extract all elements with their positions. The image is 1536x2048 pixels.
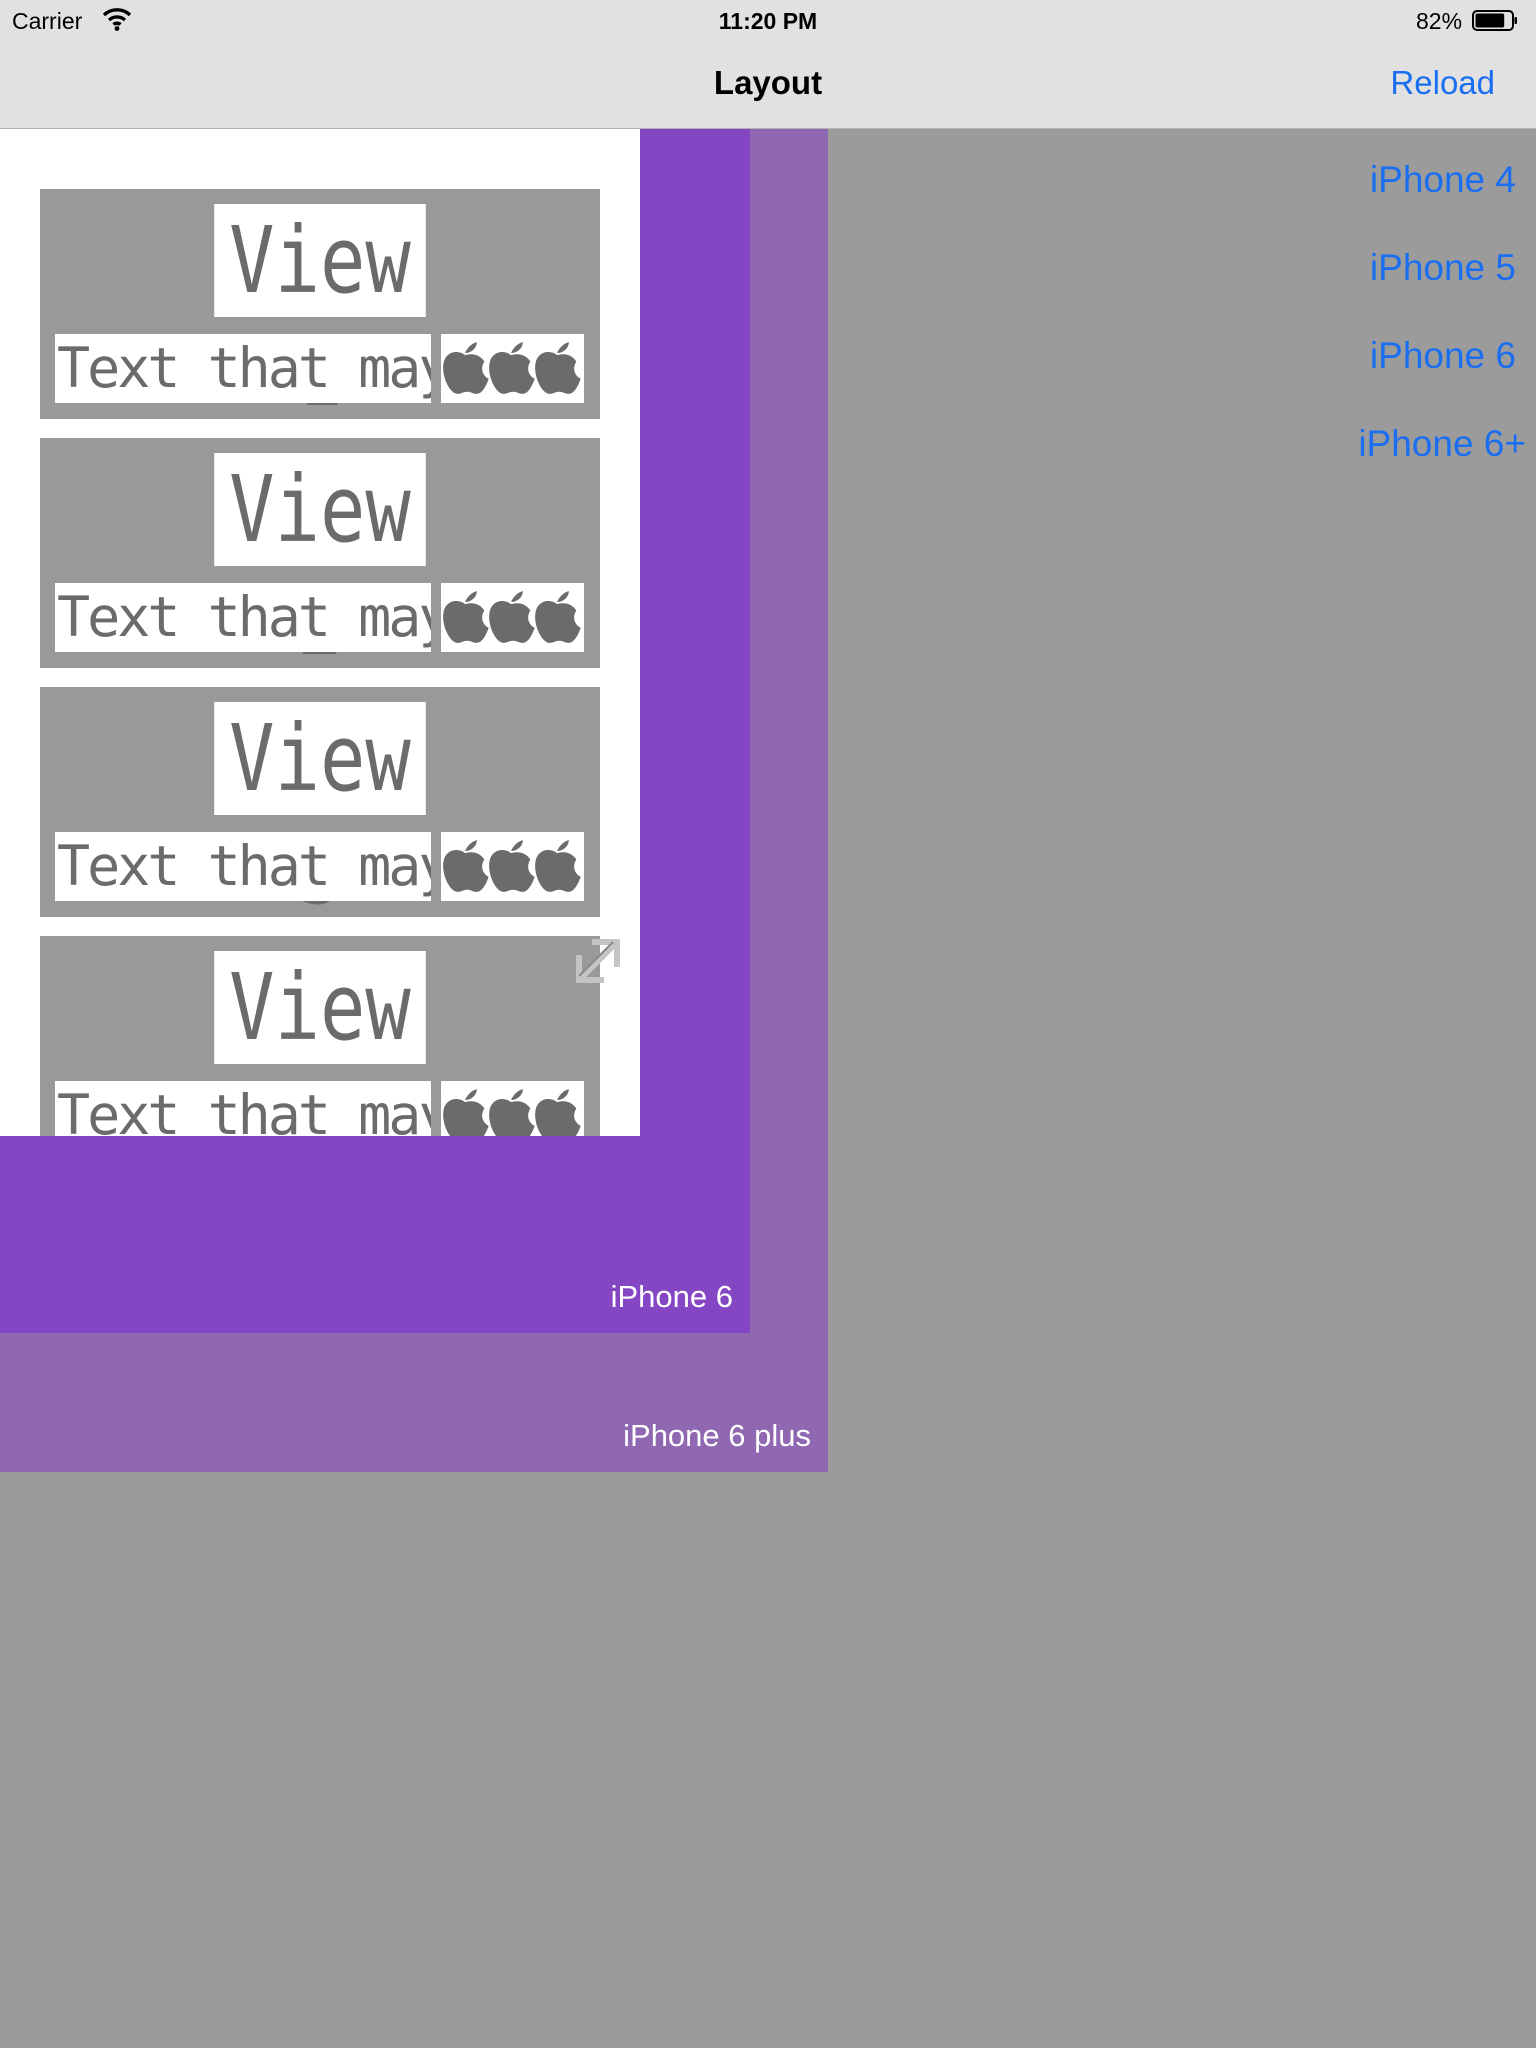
apple-icon bbox=[489, 591, 535, 643]
view-text: Text that may... bbox=[55, 334, 431, 403]
battery-icon bbox=[1472, 10, 1517, 31]
apple-icon bbox=[535, 1089, 581, 1136]
device-screen: View 1 Text that may... View 2 Text that… bbox=[0, 129, 640, 1136]
iphone-6-label: iPhone 6 bbox=[610, 1279, 733, 1314]
status-time: 11:20 PM bbox=[718, 8, 818, 34]
view-title: View 3 bbox=[214, 702, 426, 925]
navigation-bar: Layout Reload bbox=[0, 40, 1536, 129]
view-rating bbox=[441, 583, 584, 652]
view-text: Text that may... bbox=[55, 583, 431, 652]
apple-icon bbox=[443, 342, 489, 394]
menu-item-iphone-5[interactable]: iPhone 5 bbox=[1370, 247, 1516, 289]
view-card: View 2 Text that may... bbox=[40, 438, 600, 676]
status-bar: Carrier 11:20 PM 82% bbox=[0, 0, 1536, 40]
page-title: Layout bbox=[713, 64, 823, 101]
menu-item-iphone-6[interactable]: iPhone 6 bbox=[1370, 335, 1516, 377]
apple-icon bbox=[443, 840, 489, 892]
menu-item-iphone-6-plus[interactable]: iPhone 6+ bbox=[1358, 423, 1526, 465]
view-title: View 1 bbox=[214, 204, 426, 427]
view-card: View 1 Text that may... bbox=[40, 189, 600, 427]
apple-icon bbox=[443, 1089, 489, 1136]
apple-icon bbox=[489, 1089, 535, 1136]
apple-icon bbox=[489, 840, 535, 892]
resize-arrows-icon[interactable] bbox=[569, 932, 627, 990]
apple-icon bbox=[535, 342, 581, 394]
apple-icon bbox=[535, 840, 581, 892]
view-card: View 3 Text that may... bbox=[40, 687, 600, 925]
menu-item-iphone-4[interactable]: iPhone 4 bbox=[1370, 159, 1516, 201]
battery-percent: 82% bbox=[1416, 8, 1463, 34]
view-card: View 4 Text that may... bbox=[40, 936, 600, 1136]
apple-icon bbox=[443, 591, 489, 643]
view-text: Text that may... bbox=[55, 1081, 431, 1136]
iphone-6-plus-label: iPhone 6 plus bbox=[623, 1418, 811, 1453]
view-title: View 4 bbox=[214, 951, 426, 1136]
view-text: Text that may... bbox=[55, 832, 431, 901]
view-rating bbox=[441, 334, 584, 403]
apple-icon bbox=[535, 591, 581, 643]
apple-icon bbox=[489, 342, 535, 394]
reload-button[interactable]: Reload bbox=[1390, 64, 1495, 102]
view-rating bbox=[441, 1081, 584, 1136]
view-rating bbox=[441, 832, 584, 901]
view-title: View 2 bbox=[214, 453, 426, 676]
